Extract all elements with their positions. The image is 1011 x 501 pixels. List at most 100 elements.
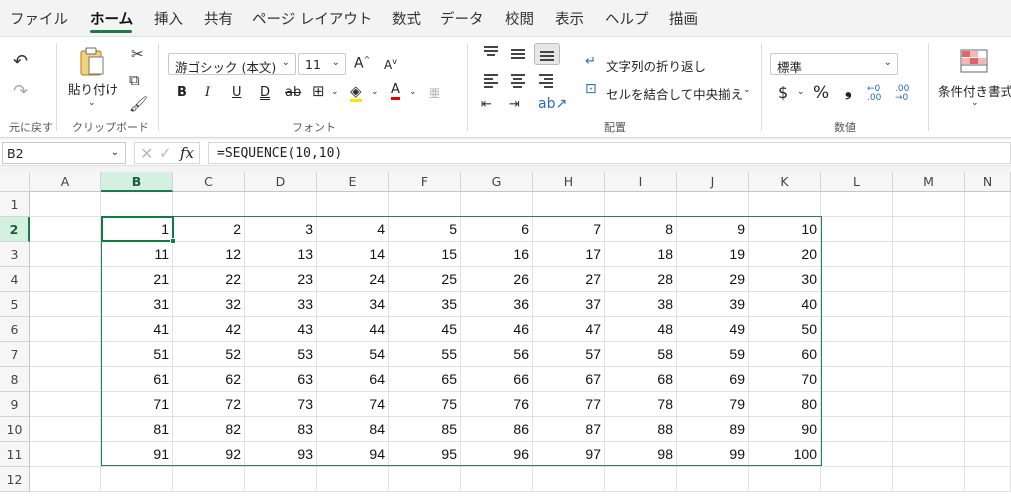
cell-n5[interactable] (965, 292, 1011, 317)
cell-c1[interactable] (173, 192, 245, 217)
row-header-8[interactable]: 8 (0, 367, 30, 392)
tab-data[interactable]: データ (440, 8, 484, 29)
cell-b11[interactable]: 91 (101, 442, 173, 467)
cell-d10[interactable]: 83 (245, 417, 317, 442)
formula-input[interactable]: =SEQUENCE(10,10) (208, 142, 1011, 164)
cell-h7[interactable]: 57 (533, 342, 605, 367)
cell-d8[interactable]: 63 (245, 367, 317, 392)
cell-g2[interactable]: 6 (461, 217, 533, 242)
font-color-button[interactable]: A (391, 83, 400, 100)
cell-f8[interactable]: 65 (389, 367, 461, 392)
cell-c10[interactable]: 82 (173, 417, 245, 442)
cell-e8[interactable]: 64 (317, 367, 389, 392)
column-header-n[interactable]: N (965, 172, 1011, 192)
cell-i2[interactable]: 8 (605, 217, 677, 242)
cell-c2[interactable]: 2 (173, 217, 245, 242)
tab-insert[interactable]: 挿入 (154, 8, 183, 29)
cancel-icon[interactable]: ✕ (140, 144, 153, 163)
cell-e10[interactable]: 84 (317, 417, 389, 442)
cell-k5[interactable]: 40 (749, 292, 821, 317)
cell-f12[interactable] (389, 467, 461, 492)
cell-n10[interactable] (965, 417, 1011, 442)
cell-l4[interactable] (821, 267, 893, 292)
cell-d3[interactable]: 13 (245, 242, 317, 267)
cell-h6[interactable]: 47 (533, 317, 605, 342)
cell-b6[interactable]: 41 (101, 317, 173, 342)
chevron-down-icon[interactable]: ⌄ (743, 86, 751, 95)
cell-m6[interactable] (893, 317, 965, 342)
cell-a3[interactable] (30, 242, 101, 267)
cell-i9[interactable]: 78 (605, 392, 677, 417)
cell-a4[interactable] (30, 267, 101, 292)
cell-g5[interactable]: 36 (461, 292, 533, 317)
cell-c5[interactable]: 32 (173, 292, 245, 317)
cell-d12[interactable] (245, 467, 317, 492)
cell-f11[interactable]: 95 (389, 442, 461, 467)
decrease-decimal-icon[interactable]: .00 →0 (895, 85, 909, 103)
tab-view[interactable]: 表示 (555, 8, 584, 29)
cell-j2[interactable]: 9 (677, 217, 749, 242)
wrap-text-button[interactable]: 文字列の折り返し (606, 56, 706, 75)
cell-g1[interactable] (461, 192, 533, 217)
undo-icon[interactable]: ↶ (13, 53, 28, 71)
paste-icon[interactable] (78, 45, 106, 77)
cell-c11[interactable]: 92 (173, 442, 245, 467)
cell-e11[interactable]: 94 (317, 442, 389, 467)
cell-k12[interactable] (749, 467, 821, 492)
align-bottom-icon[interactable] (534, 43, 560, 65)
column-header-a[interactable]: A (30, 172, 101, 192)
cell-f2[interactable]: 5 (389, 217, 461, 242)
format-painter-icon[interactable]: 🖌 (129, 97, 148, 112)
align-right-icon[interactable] (534, 71, 556, 89)
cell-c7[interactable]: 52 (173, 342, 245, 367)
cell-d4[interactable]: 23 (245, 267, 317, 292)
cell-i10[interactable]: 88 (605, 417, 677, 442)
cell-e1[interactable] (317, 192, 389, 217)
cell-j9[interactable]: 79 (677, 392, 749, 417)
double-underline-button[interactable]: D (260, 85, 270, 100)
cell-i4[interactable]: 28 (605, 267, 677, 292)
increase-decimal-icon[interactable]: ←0.00 (867, 85, 881, 103)
row-header-2[interactable]: 2 (0, 217, 30, 242)
cell-f3[interactable]: 15 (389, 242, 461, 267)
cell-a6[interactable] (30, 317, 101, 342)
cell-f10[interactable]: 85 (389, 417, 461, 442)
increase-indent-icon[interactable]: ⇥ (509, 98, 520, 111)
cell-b4[interactable]: 21 (101, 267, 173, 292)
cell-l3[interactable] (821, 242, 893, 267)
cell-k11[interactable]: 100 (749, 442, 821, 467)
insert-function-icon[interactable]: fx (180, 144, 194, 162)
tab-review[interactable]: 校閲 (505, 8, 534, 29)
cell-e2[interactable]: 4 (317, 217, 389, 242)
cell-n3[interactable] (965, 242, 1011, 267)
name-box[interactable]: B2 ⌄ (2, 142, 126, 164)
cell-k6[interactable]: 50 (749, 317, 821, 342)
cell-j1[interactable] (677, 192, 749, 217)
align-left-icon[interactable] (480, 71, 502, 89)
cell-l6[interactable] (821, 317, 893, 342)
currency-button[interactable]: $ (778, 83, 788, 102)
cell-f1[interactable] (389, 192, 461, 217)
align-top-icon[interactable] (480, 43, 502, 61)
cell-f6[interactable]: 45 (389, 317, 461, 342)
cell-a8[interactable] (30, 367, 101, 392)
cell-h4[interactable]: 27 (533, 267, 605, 292)
cell-k10[interactable]: 90 (749, 417, 821, 442)
orientation-icon[interactable]: ab↗ (538, 97, 567, 111)
cell-e9[interactable]: 74 (317, 392, 389, 417)
cell-l8[interactable] (821, 367, 893, 392)
align-middle-icon[interactable] (507, 45, 529, 63)
cell-l10[interactable] (821, 417, 893, 442)
tab-home[interactable]: ホーム (90, 8, 133, 29)
cell-f4[interactable]: 25 (389, 267, 461, 292)
cell-l5[interactable] (821, 292, 893, 317)
cell-g10[interactable]: 86 (461, 417, 533, 442)
cell-c8[interactable]: 62 (173, 367, 245, 392)
column-header-e[interactable]: E (317, 172, 389, 192)
row-header-10[interactable]: 10 (0, 417, 30, 442)
tab-page-layout[interactable]: ページ レイアウト (252, 8, 372, 29)
cell-h5[interactable]: 37 (533, 292, 605, 317)
cell-h9[interactable]: 77 (533, 392, 605, 417)
cell-i7[interactable]: 58 (605, 342, 677, 367)
cell-j8[interactable]: 69 (677, 367, 749, 392)
